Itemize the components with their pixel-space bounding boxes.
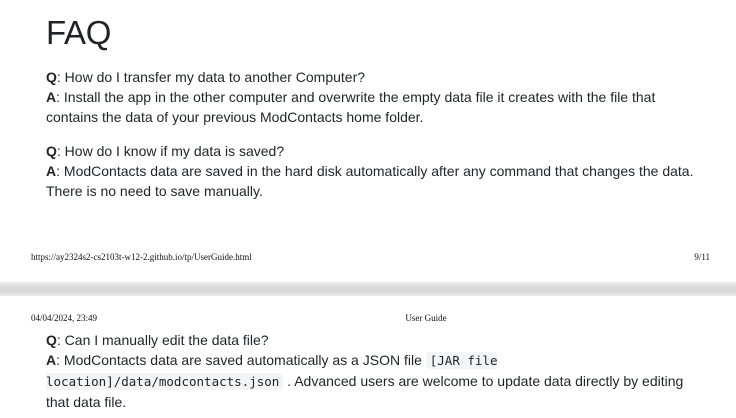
question-text: : How do I transfer my data to another C… (56, 69, 366, 85)
page-separator (0, 282, 736, 296)
faq-question: Q: How do I know if my data is saved? (46, 141, 696, 161)
answer-text-start: : ModContacts data are saved automatical… (56, 352, 426, 368)
q-label: Q (46, 69, 57, 85)
faq-heading: FAQ (46, 14, 112, 51)
faq-question: Q: Can I manually edit the data file? (46, 330, 696, 350)
q-label: Q (46, 143, 57, 159)
a-label: A (46, 163, 57, 179)
pdf-page-9: FAQ Q: How do I transfer my data to anot… (0, 0, 736, 282)
footer-url: https://ay2324s2-cs2103t-w12-2.github.io… (31, 252, 252, 262)
a-label: A (46, 89, 57, 105)
faq-answer: A: ModContacts data are saved automatica… (46, 350, 696, 412)
a-label: A (46, 352, 57, 368)
faq-answer: A: Install the app in the other computer… (46, 87, 696, 127)
answer-text: : Install the app in the other computer … (46, 89, 656, 125)
q-label: Q (46, 332, 57, 348)
faq-item-saved: Q: How do I know if my data is saved? A:… (46, 141, 696, 201)
header-title: User Guide (405, 313, 447, 323)
answer-text: : ModContacts data are saved in the hard… (46, 163, 694, 199)
pdf-page-10: 04/04/2024, 23:49 User Guide Q: Can I ma… (0, 296, 736, 418)
faq-item-edit: Q: Can I manually edit the data file? A:… (46, 330, 696, 412)
footer-page-number: 9/11 (694, 252, 710, 262)
faq-question: Q: How do I transfer my data to another … (46, 67, 696, 87)
question-text: : Can I manually edit the data file? (56, 332, 269, 348)
faq-item-transfer: Q: How do I transfer my data to another … (46, 67, 696, 127)
faq-answer: A: ModContacts data are saved in the har… (46, 161, 696, 201)
question-text: : How do I know if my data is saved? (56, 143, 285, 159)
